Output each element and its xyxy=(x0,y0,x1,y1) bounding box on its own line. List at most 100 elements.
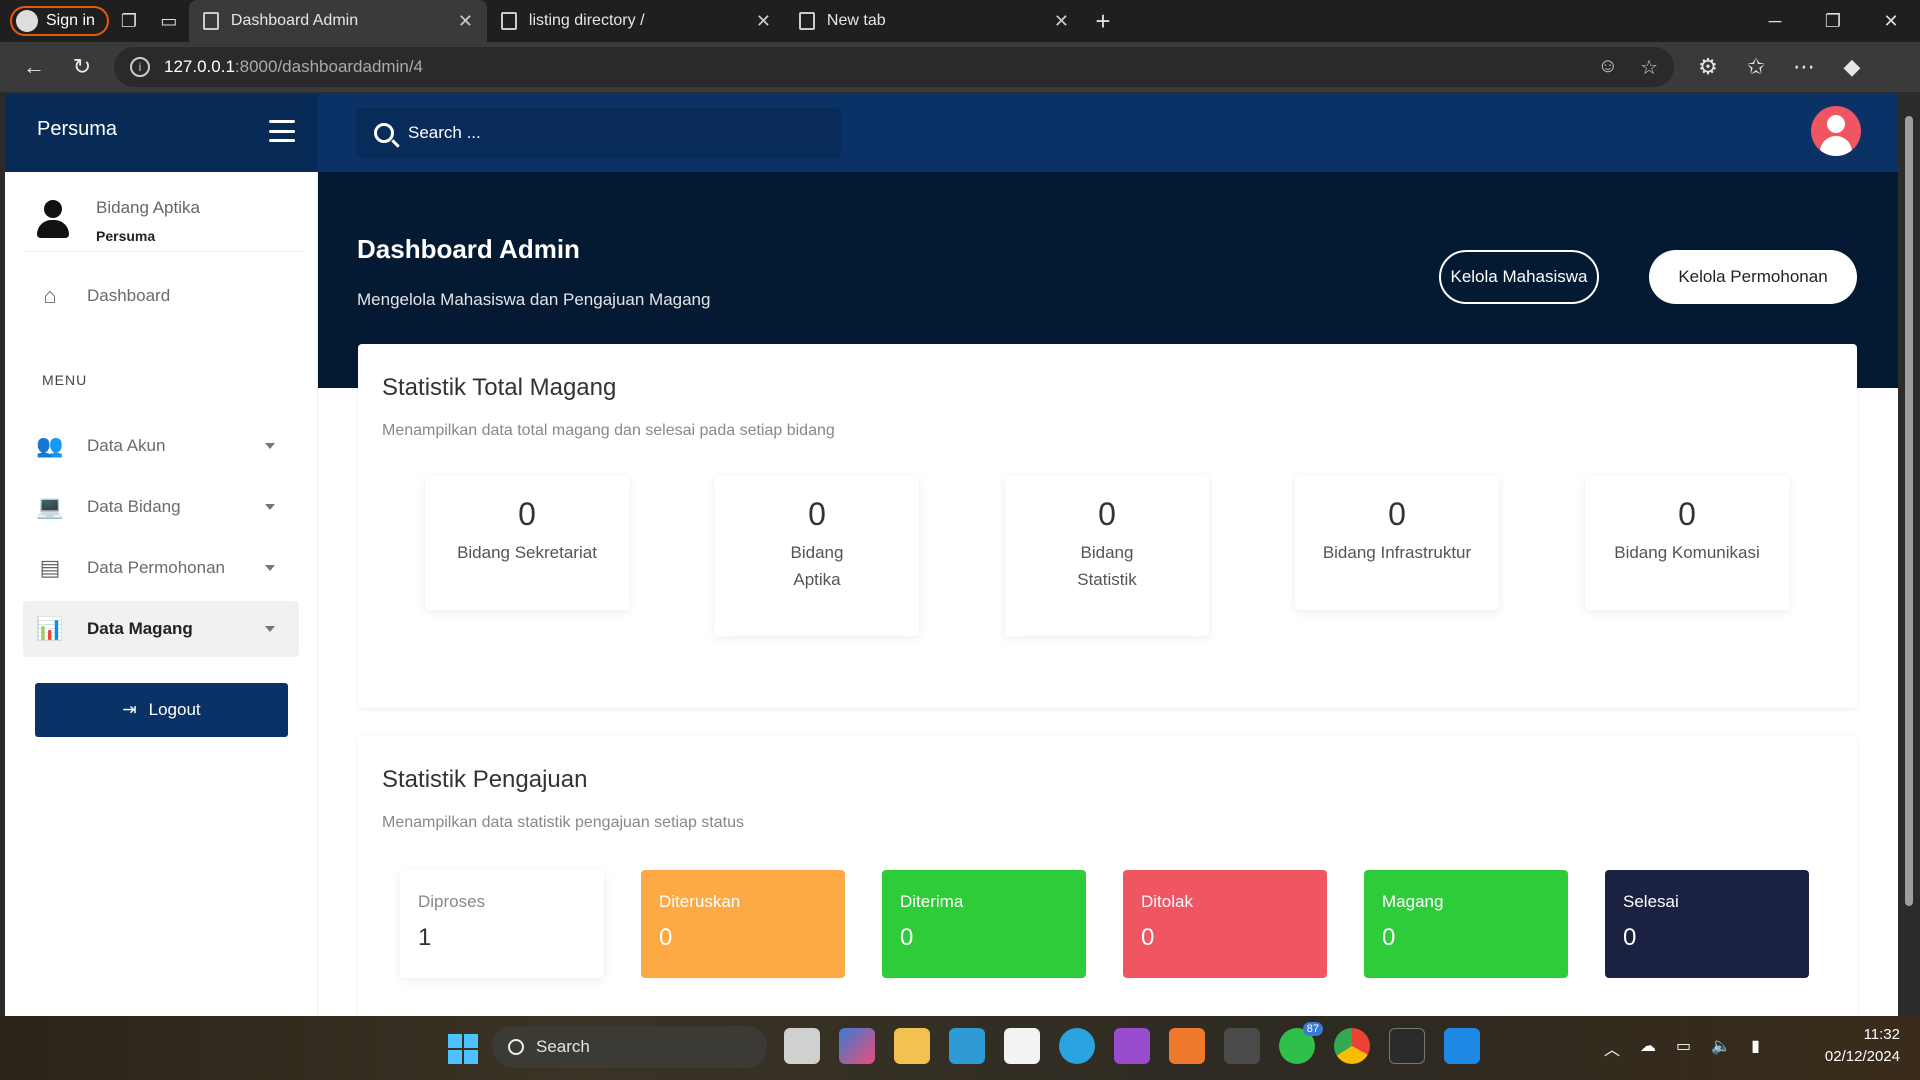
card-title: Statistik Total Magang xyxy=(382,374,617,401)
close-tab-icon[interactable]: ✕ xyxy=(1054,11,1069,32)
status-label: Magang xyxy=(1382,892,1444,911)
stat-bidang-infrastruktur: 0 Bidang Infrastruktur xyxy=(1295,476,1499,610)
page-subtitle: Mengelola Mahasiswa dan Pengajuan Magang xyxy=(357,290,711,309)
windows-taskbar: Search 87 ︿ ☁ ▭ 🔈 ▮ 11:32 02/12/2024 xyxy=(0,1016,1920,1080)
refresh-icon[interactable]: ↻ xyxy=(58,47,106,87)
tab-listing-directory[interactable]: listing directory / ✕ xyxy=(487,0,785,42)
restore-icon[interactable]: ❐ xyxy=(1804,0,1862,42)
tab-new-tab[interactable]: New tab ✕ xyxy=(785,0,1083,42)
kelola-mahasiswa-button[interactable]: Kelola Mahasiswa xyxy=(1439,250,1599,304)
kelola-permohonan-button[interactable]: Kelola Permohonan xyxy=(1649,250,1857,304)
sidebar-item-data-akun[interactable]: 👥 Data Akun xyxy=(23,418,299,474)
taskbar-search-label: Search xyxy=(536,1037,590,1056)
back-arrow-icon[interactable]: ← xyxy=(10,47,58,87)
sidebar-item-data-bidang[interactable]: 💻 Data Bidang xyxy=(23,479,299,535)
search-bar[interactable] xyxy=(356,108,841,158)
site-info-icon[interactable]: i xyxy=(130,57,150,77)
chevron-up-icon[interactable]: ︿ xyxy=(1604,1036,1620,1060)
sidebar-item-dashboard[interactable]: ⌂ Dashboard xyxy=(23,268,299,324)
stat-label: Bidang Komunikasi xyxy=(1614,543,1760,562)
vertical-tabs-icon[interactable]: ▭ xyxy=(149,5,189,37)
minimize-icon[interactable]: ─ xyxy=(1746,0,1804,42)
status-value: 1 xyxy=(418,924,432,951)
logout-label: Logout xyxy=(148,700,201,719)
favorite-star-icon[interactable]: ☆ xyxy=(1640,55,1658,80)
more-options-icon[interactable]: ⋯ xyxy=(1780,47,1828,87)
url-text: 127.0.0.1:8000/dashboardadmin/4 xyxy=(164,57,423,76)
close-tab-icon[interactable]: ✕ xyxy=(756,11,771,32)
profile-avatar-icon xyxy=(16,10,38,32)
window-controls: ─ ❐ ✕ xyxy=(1746,0,1920,42)
sidebar-item-data-magang[interactable]: 📊 Data Magang xyxy=(23,601,299,657)
sign-in-button[interactable]: Sign in xyxy=(10,6,109,36)
favorites-icon[interactable]: ✩ xyxy=(1732,47,1780,87)
scrollbar-thumb[interactable] xyxy=(1905,116,1913,906)
volume-icon[interactable]: 🔈 xyxy=(1711,1036,1731,1060)
url-field[interactable]: i 127.0.0.1:8000/dashboardadmin/4 ☺ ☆ xyxy=(114,47,1674,87)
brand-name: Persuma xyxy=(37,118,118,140)
microsoft-store-icon[interactable] xyxy=(1004,1028,1040,1064)
media-app-icon[interactable] xyxy=(1224,1028,1260,1064)
brand-box: Persuma xyxy=(5,94,318,172)
sidebar-item-data-permohonan[interactable]: ▤ Data Permohonan xyxy=(23,540,299,596)
status-label: Selesai xyxy=(1623,892,1679,911)
status-value: 0 xyxy=(1623,924,1637,951)
profile-role: Persuma xyxy=(96,228,156,244)
menu-section-label: MENU xyxy=(42,372,88,388)
logout-button[interactable]: ⇥ Logout xyxy=(35,683,288,737)
close-window-icon[interactable]: ✕ xyxy=(1862,0,1920,42)
user-silhouette-icon xyxy=(37,198,69,238)
sign-out-icon: ⇥ xyxy=(122,700,137,719)
sidebar-item-label: Data Bidang xyxy=(87,497,181,516)
stat-label: Bidang Aptika xyxy=(790,543,844,589)
users-icon: 👥 xyxy=(36,433,64,458)
new-tab-button[interactable]: + xyxy=(1083,6,1123,37)
page-icon xyxy=(202,12,219,30)
telegram-icon[interactable] xyxy=(1059,1028,1095,1064)
clock[interactable]: 11:32 02/12/2024 xyxy=(1825,1024,1900,1068)
close-tab-icon[interactable]: ✕ xyxy=(458,11,473,32)
status-diproses: Diproses 1 xyxy=(400,870,604,978)
hamburger-menu-icon[interactable] xyxy=(269,120,295,142)
terminal-icon[interactable] xyxy=(1389,1028,1425,1064)
chrome-icon[interactable] xyxy=(1334,1028,1370,1064)
search-input[interactable] xyxy=(408,123,788,143)
notification-badge: 87 xyxy=(1302,1022,1323,1036)
copilot-icon[interactable]: ◆ xyxy=(1828,47,1876,87)
reader-mode-icon[interactable]: ☺ xyxy=(1598,55,1618,80)
search-icon xyxy=(508,1039,524,1055)
sign-in-label: Sign in xyxy=(46,12,95,29)
clock-time: 11:32 xyxy=(1863,1026,1900,1043)
onedrive-icon[interactable]: ☁ xyxy=(1640,1036,1656,1060)
pengajuan-card: Statistik Pengajuan Menampilkan data sta… xyxy=(358,736,1857,1016)
battery-icon[interactable]: ▮ xyxy=(1751,1036,1760,1060)
workspaces-icon[interactable]: ❐ xyxy=(109,5,149,37)
status-ditolak: Ditolak 0 xyxy=(1123,870,1327,978)
file-explorer-icon[interactable] xyxy=(894,1028,930,1064)
page-scrollbar[interactable] xyxy=(1898,94,1920,1016)
sidebar: Bidang Aptika Persuma ⌂ Dashboard MENU 👥… xyxy=(5,172,318,1016)
caret-down-icon xyxy=(265,443,275,449)
sidebar-item-label: Dashboard xyxy=(87,286,171,305)
profile-name: Bidang Aptika xyxy=(96,198,200,217)
total-magang-card: Statistik Total Magang Menampilkan data … xyxy=(358,344,1857,708)
taskbar-search[interactable]: Search xyxy=(492,1026,767,1068)
sidebar-item-label: Data Akun xyxy=(87,436,166,455)
task-view-icon[interactable] xyxy=(784,1028,820,1064)
user-avatar-icon[interactable] xyxy=(1811,106,1861,156)
vscode-icon[interactable] xyxy=(1444,1028,1480,1064)
status-label: Ditolak xyxy=(1141,892,1193,911)
home-icon: ⌂ xyxy=(43,283,57,308)
whatsapp-icon[interactable]: 87 xyxy=(1279,1022,1323,1064)
laptop-icon: 💻 xyxy=(36,494,64,519)
app-launcher-icon[interactable] xyxy=(1114,1028,1150,1064)
extensions-icon[interactable]: ⚙ xyxy=(1684,47,1732,87)
tab-dashboard-admin[interactable]: Dashboard Admin ✕ xyxy=(188,0,487,42)
xampp-icon[interactable] xyxy=(1169,1028,1205,1064)
edge-browser-icon[interactable] xyxy=(949,1028,985,1064)
sidebar-item-label: Data Permohonan xyxy=(87,558,225,577)
windows-start-icon[interactable] xyxy=(448,1034,478,1064)
stat-value: 0 xyxy=(1388,496,1406,532)
network-icon[interactable]: ▭ xyxy=(1676,1036,1691,1060)
copilot-app-icon[interactable] xyxy=(839,1028,875,1064)
